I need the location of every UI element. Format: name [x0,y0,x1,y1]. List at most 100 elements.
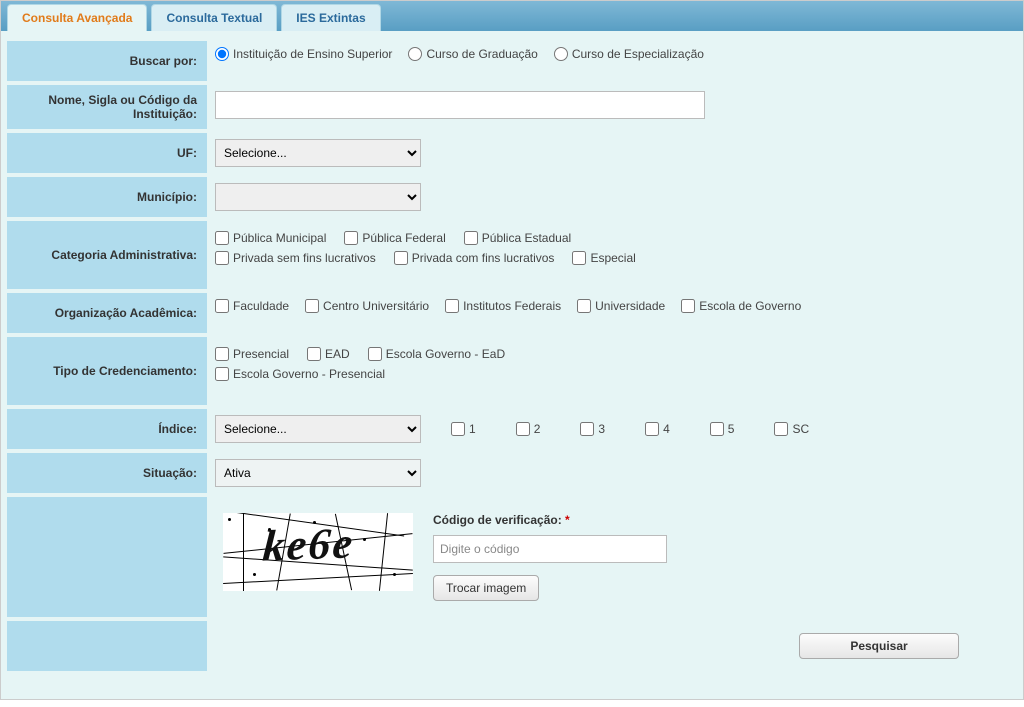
radio-graduacao[interactable] [408,47,422,61]
label-nome: Nome, Sigla ou Código da Instituição: [7,85,207,129]
chk-indice-2-label[interactable]: 2 [516,422,541,436]
chk-centro-text: Centro Universitário [323,299,429,313]
chk-indice-5[interactable] [710,422,724,436]
chk-indice-3[interactable] [580,422,594,436]
chk-escola-governo-label[interactable]: Escola de Governo [681,299,801,313]
chk-publica-municipal[interactable] [215,231,229,245]
row-situacao: Situação: Ativa [7,453,1017,493]
chk-escola-governo[interactable] [681,299,695,313]
value-credenciamento: Presencial EAD Escola Governo - EaD Esco… [207,337,1017,387]
chk-centro[interactable] [305,299,319,313]
chk-indice-2-text: 2 [534,422,541,436]
chk-indice-1-label[interactable]: 1 [451,422,476,436]
chk-faculdade[interactable] [215,299,229,313]
chk-ead-text: EAD [325,347,350,361]
chk-indice-sc-label[interactable]: SC [774,422,809,436]
trocar-imagem-button[interactable]: Trocar imagem [433,575,539,601]
captcha-input[interactable] [433,535,667,563]
chk-privada-com[interactable] [394,251,408,265]
chk-escola-gov-pres[interactable] [215,367,229,381]
captcha-image: ke6e [223,513,413,591]
label-uf: UF: [7,133,207,173]
uf-select[interactable]: Selecione... [215,139,421,167]
chk-universidade-text: Universidade [595,299,665,313]
chk-indice-5-label[interactable]: 5 [710,422,735,436]
chk-escola-gov-pres-text: Escola Governo - Presencial [233,367,385,381]
pesquisar-button[interactable]: Pesquisar [799,633,959,659]
row-credenciamento: Tipo de Credenciamento: Presencial EAD E… [7,337,1017,405]
chk-publica-estadual-text: Pública Estadual [482,231,571,245]
chk-indice-3-text: 3 [598,422,605,436]
indice-select[interactable]: Selecione... [215,415,421,443]
chk-especial-text: Especial [590,251,635,265]
chk-escola-gov-ead[interactable] [368,347,382,361]
situacao-select[interactable]: Ativa [215,459,421,487]
chk-privada-sem[interactable] [215,251,229,265]
chk-indice-4-text: 4 [663,422,670,436]
tab-ies-extintas[interactable]: IES Extintas [281,4,380,31]
chk-publica-estadual[interactable] [464,231,478,245]
radio-especializacao-label[interactable]: Curso de Especialização [554,47,704,61]
chk-publica-federal-label[interactable]: Pública Federal [344,231,445,245]
chk-especial-label[interactable]: Especial [572,251,635,265]
chk-privada-com-text: Privada com fins lucrativos [412,251,555,265]
chk-universidade[interactable] [577,299,591,313]
row-categoria: Categoria Administrativa: Pública Munici… [7,221,1017,289]
value-uf: Selecione... [207,133,1017,173]
row-captcha: ke6e Código de verificação: * Trocar ima… [7,497,1017,617]
radio-ies[interactable] [215,47,229,61]
radio-especializacao[interactable] [554,47,568,61]
chk-indice-5-text: 5 [728,422,735,436]
chk-publica-federal-text: Pública Federal [362,231,445,245]
chk-centro-label[interactable]: Centro Universitário [305,299,429,313]
row-organizacao: Organização Acadêmica: Faculdade Centro … [7,293,1017,333]
chk-publica-municipal-label[interactable]: Pública Municipal [215,231,326,245]
chk-especial[interactable] [572,251,586,265]
radio-graduacao-label[interactable]: Curso de Graduação [408,47,537,61]
chk-escola-gov-ead-text: Escola Governo - EaD [386,347,505,361]
chk-institutos[interactable] [445,299,459,313]
chk-indice-1[interactable] [451,422,465,436]
tab-consulta-textual[interactable]: Consulta Textual [151,4,277,31]
radio-ies-text: Instituição de Ensino Superior [233,47,392,61]
chk-privada-sem-text: Privada sem fins lucrativos [233,251,376,265]
municipio-select[interactable] [215,183,421,211]
chk-institutos-label[interactable]: Institutos Federais [445,299,561,313]
chk-presencial-text: Presencial [233,347,289,361]
chk-privada-sem-label[interactable]: Privada sem fins lucrativos [215,251,376,265]
radio-ies-label[interactable]: Instituição de Ensino Superior [215,47,392,61]
chk-publica-federal[interactable] [344,231,358,245]
label-indice: Índice: [7,409,207,449]
chk-escola-governo-text: Escola de Governo [699,299,801,313]
row-indice: Índice: Selecione... 1 2 3 4 5 SC [7,409,1017,449]
chk-faculdade-label[interactable]: Faculdade [215,299,289,313]
row-municipio: Município: [7,177,1017,217]
chk-indice-4[interactable] [645,422,659,436]
value-captcha: ke6e Código de verificação: * Trocar ima… [207,497,1017,617]
chk-indice-4-label[interactable]: 4 [645,422,670,436]
chk-ead-label[interactable]: EAD [307,347,350,361]
tab-consulta-avancada[interactable]: Consulta Avançada [7,4,147,31]
chk-indice-2[interactable] [516,422,530,436]
row-uf: UF: Selecione... [7,133,1017,173]
value-situacao: Ativa [207,453,1017,493]
label-categoria: Categoria Administrativa: [7,221,207,289]
chk-escola-gov-pres-label[interactable]: Escola Governo - Presencial [215,367,385,381]
chk-escola-gov-ead-label[interactable]: Escola Governo - EaD [368,347,505,361]
radio-especializacao-text: Curso de Especialização [572,47,704,61]
chk-privada-com-label[interactable]: Privada com fins lucrativos [394,251,555,265]
label-municipio: Município: [7,177,207,217]
chk-indice-3-label[interactable]: 3 [580,422,605,436]
chk-ead[interactable] [307,347,321,361]
value-buscar-por: Instituição de Ensino Superior Curso de … [207,41,1017,67]
chk-publica-municipal-text: Pública Municipal [233,231,326,245]
chk-publica-estadual-label[interactable]: Pública Estadual [464,231,571,245]
captcha-label: Código de verificação: * [433,513,570,527]
chk-universidade-label[interactable]: Universidade [577,299,665,313]
chk-presencial[interactable] [215,347,229,361]
nome-input[interactable] [215,91,705,119]
row-search: Pesquisar [7,621,1017,675]
page-container: Consulta Avançada Consulta Textual IES E… [0,0,1024,700]
chk-presencial-label[interactable]: Presencial [215,347,289,361]
chk-indice-sc[interactable] [774,422,788,436]
